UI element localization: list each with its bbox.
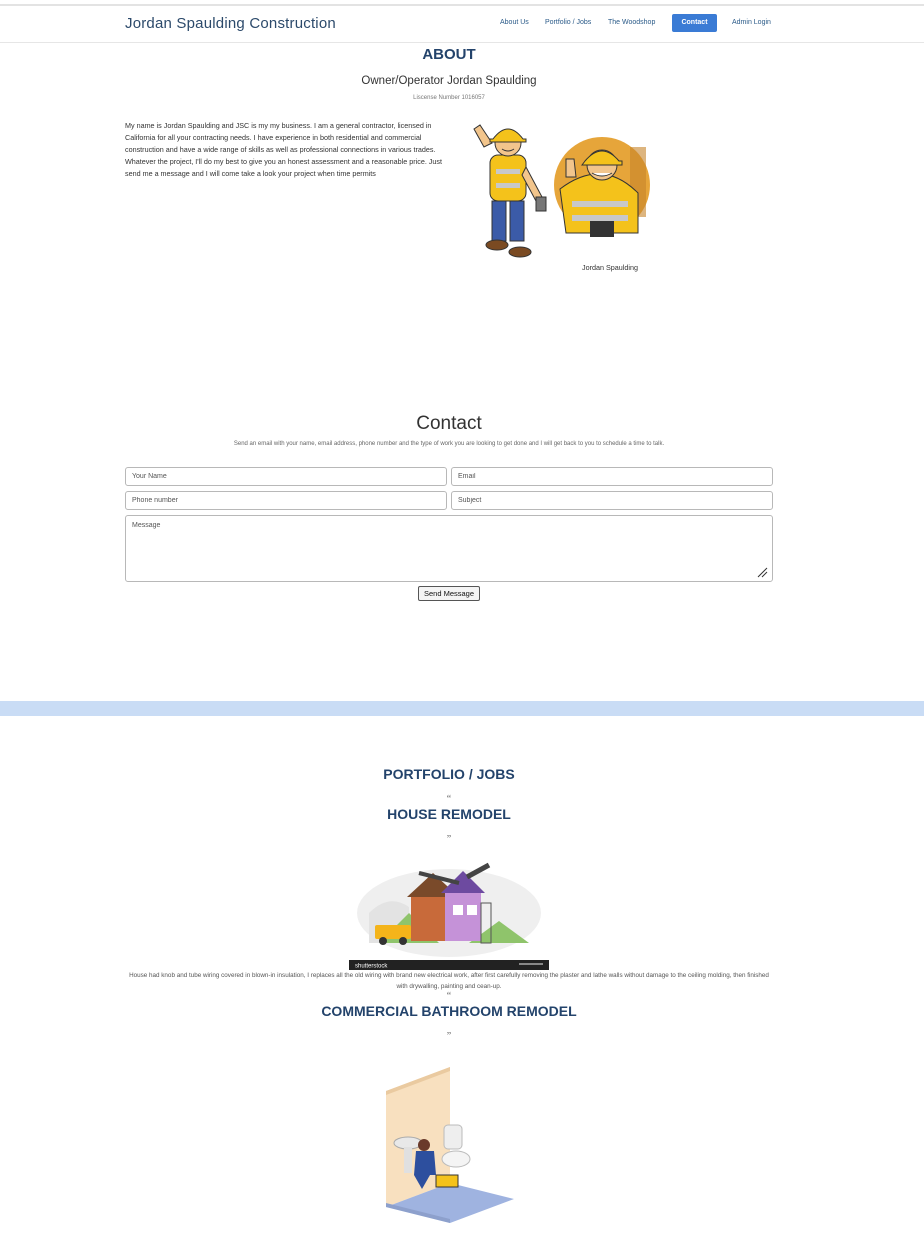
- waving-contractor-image: [473, 124, 547, 258]
- resize-handle-icon[interactable]: [756, 566, 768, 578]
- shutterstock-watermark: shutterstock: [355, 964, 388, 970]
- license-number: Liscense Number 1016057: [413, 95, 485, 101]
- navbar: Jordan Spaulding Construction About Us P…: [0, 6, 924, 43]
- open-quote-mark: “: [446, 794, 452, 805]
- email-field[interactable]: [451, 467, 773, 486]
- name-field[interactable]: [125, 467, 447, 486]
- house-remodel-image: shutterstock: [349, 862, 549, 970]
- contractor-illustrations: [473, 124, 650, 258]
- nav-the-woodshop[interactable]: The Woodshop: [608, 19, 655, 26]
- truncated-description: [0, 1240, 898, 1246]
- photo-caption: Jordan Spaulding: [582, 263, 638, 272]
- send-message-button[interactable]: Send Message: [418, 586, 480, 601]
- house-remodel-description: House had knob and tube wiring covered i…: [129, 972, 769, 990]
- message-field[interactable]: [125, 515, 773, 582]
- nav-contact-button[interactable]: Contact: [672, 14, 717, 32]
- subject-field[interactable]: [451, 491, 773, 510]
- brand-logo[interactable]: Jordan Spaulding Construction: [125, 15, 336, 32]
- job-title-house-remodel: HOUSE REMODEL: [387, 806, 511, 822]
- contact-description: Send an email with your name, email addr…: [233, 441, 665, 447]
- section-divider-band: [0, 701, 924, 716]
- about-heading: ABOUT: [422, 46, 476, 63]
- job-title-commercial-bathroom: COMMERCIAL BATHROOM REMODEL: [321, 1003, 577, 1019]
- nav-about-us[interactable]: About Us: [500, 19, 529, 26]
- thumbs-up-contractor-image: [554, 137, 650, 237]
- nav-portfolio-jobs[interactable]: Portfolio / Jobs: [545, 19, 591, 26]
- portfolio-heading: PORTFOLIO / JOBS: [383, 766, 515, 782]
- close-quote-mark-2: ”: [446, 1031, 452, 1042]
- contact-heading: Contact: [416, 413, 482, 434]
- open-quote-mark-2: “: [446, 991, 452, 1002]
- phone-field[interactable]: [125, 491, 447, 510]
- nav-admin-login[interactable]: Admin Login: [732, 19, 771, 26]
- about-subtitle: Owner/Operator Jordan Spaulding: [361, 75, 537, 87]
- about-text: My name is Jordan Spaulding and JSC is m…: [125, 121, 442, 178]
- bathroom-remodel-image: [386, 1067, 514, 1223]
